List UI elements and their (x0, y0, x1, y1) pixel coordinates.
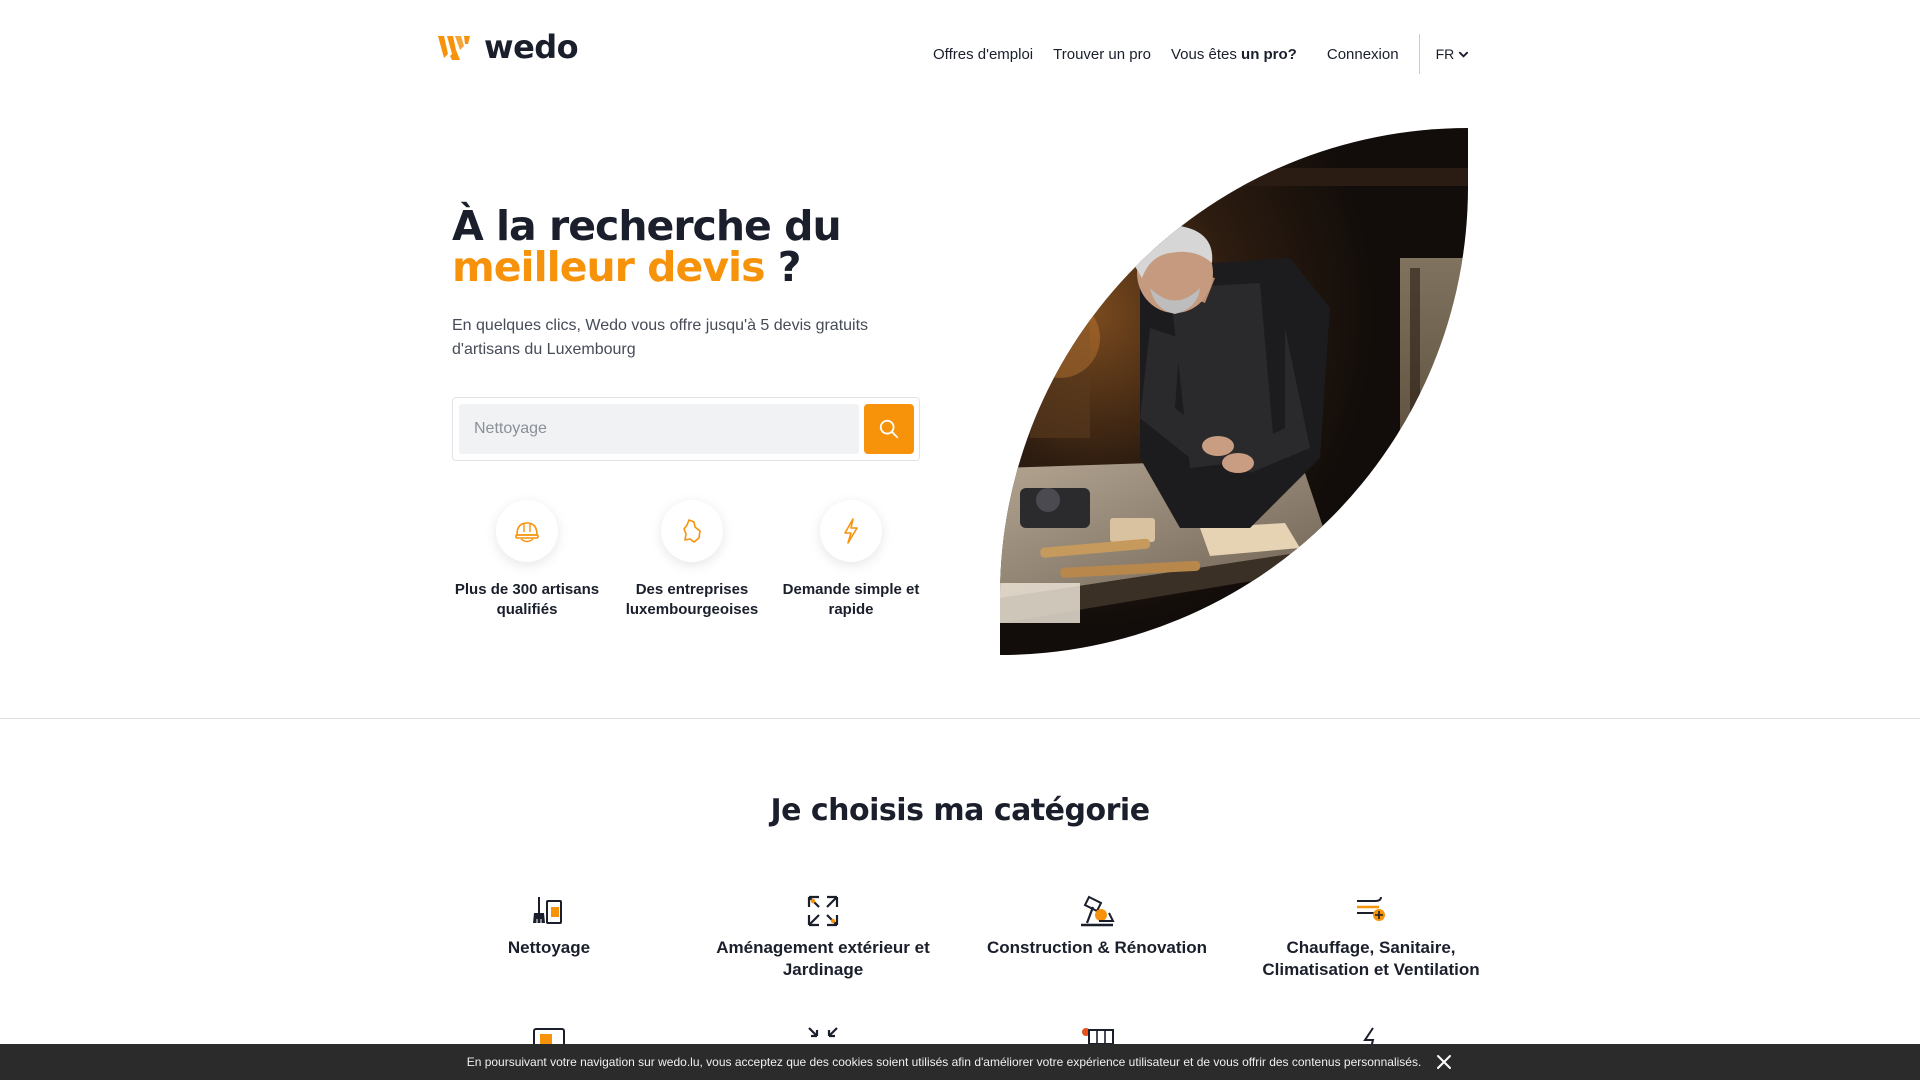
language-label: FR (1435, 46, 1455, 62)
hero-subtitle: En quelques clics, Wedo vous offre jusqu… (452, 317, 869, 358)
logo-text: wedo (484, 28, 579, 66)
feature-artisans: Plus de 300 artisans qualifiés (452, 500, 602, 620)
hero-title-end: ? (764, 243, 802, 291)
feature-companies: Des entreprises luxembourgeoises (617, 500, 767, 620)
search-input[interactable] (459, 404, 859, 454)
logo[interactable]: wedo (436, 28, 579, 66)
close-icon (1437, 1055, 1452, 1069)
search-button[interactable] (864, 404, 914, 454)
language-selector[interactable]: FR (1436, 46, 1470, 62)
category-label: Aménagement extérieur et Jardinage (716, 938, 930, 979)
cleaning-icon (533, 897, 562, 924)
roof-icon (1082, 1028, 1114, 1044)
collapse-arrows-icon (808, 1027, 838, 1038)
category-heating[interactable]: Chauffage, Sanitaire, Climatisation et V… (1251, 893, 1491, 981)
feature-simple: Demande simple et rapide (776, 500, 926, 620)
category-construction[interactable]: Construction & Rénovation (977, 893, 1217, 959)
nav-are-you-pro-bold: un pro? (1241, 45, 1297, 63)
main-nav: Offres d'emploi Trouver un pro Vous êtes… (933, 34, 1469, 74)
hero-image (1000, 128, 1468, 655)
category-label: Construction & Rénovation (986, 938, 1208, 957)
search-icon (879, 419, 899, 439)
expand-arrows-icon (807, 895, 839, 927)
construction-icon (1081, 895, 1115, 927)
cookie-banner: En poursuivant votre navigation sur wedo… (0, 1044, 1920, 1080)
electricity-icon (1363, 1027, 1375, 1044)
categories-title: Je choisis ma catégorie (770, 793, 1150, 828)
luxembourg-map-icon (683, 519, 701, 543)
nav-are-you-pro-prefix: Vous êtes (1170, 45, 1237, 63)
category-garden[interactable]: Aménagement extérieur et Jardinage (703, 893, 943, 981)
header: wedo Offres d'emploi Trouver un pro Vous… (0, 0, 1920, 88)
feature-icon-circle (820, 500, 882, 562)
cookie-close-button[interactable] (1435, 1053, 1453, 1071)
heating-icon (1357, 896, 1385, 921)
feature-label: Des entreprises luxembourgeoises (625, 581, 759, 618)
cookie-text: En poursuivant votre navigation sur wedo… (466, 1055, 1422, 1069)
chevron-down-icon (1459, 51, 1469, 58)
hero-title-accent: meilleur devis (452, 243, 766, 291)
nav-are-you-pro-link[interactable]: Vous êtes un pro? (1171, 46, 1297, 63)
craftsman-photo (1000, 128, 1468, 655)
feature-label: Demande simple et rapide (782, 581, 920, 618)
nav-login-link[interactable]: Connexion (1327, 46, 1399, 63)
search-box (452, 397, 920, 461)
feature-icon-circle (661, 500, 723, 562)
feature-icon-circle (496, 500, 558, 562)
hero-title: À la recherche du meilleur devis ? (452, 206, 842, 291)
section-divider (0, 718, 1920, 719)
feature-label: Plus de 300 artisans qualifiés (454, 581, 600, 618)
category-icon-partial (533, 1028, 565, 1044)
wedo-logo-icon (438, 36, 470, 60)
category-label: Nettoyage (507, 938, 591, 957)
category-cleaning[interactable]: Nettoyage (429, 893, 669, 959)
nav-find-pro-link[interactable]: Trouver un pro (1053, 46, 1151, 63)
nav-divider (1418, 34, 1420, 74)
nav-jobs-link[interactable]: Offres d'emploi (933, 46, 1033, 63)
helmet-icon (515, 522, 539, 543)
category-label: Chauffage, Sanitaire, Climatisation et V… (1262, 938, 1480, 979)
lightning-icon (844, 518, 858, 544)
